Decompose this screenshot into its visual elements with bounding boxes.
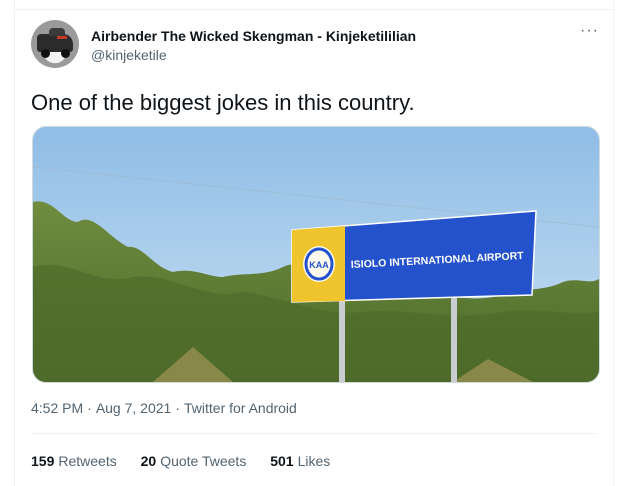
sign-post <box>339 297 345 382</box>
likes-label: Likes <box>297 453 331 469</box>
tweet-stats: 159 Retweets 20 Quote Tweets 501 Likes <box>31 453 350 469</box>
tweet-meta: 4:52 PM · Aug 7, 2021 · Twitter for Android <box>31 400 297 416</box>
sign-post <box>451 293 457 382</box>
quote-tweets-label: Quote Tweets <box>160 453 247 469</box>
likes-stat[interactable]: 501 Likes <box>270 453 330 469</box>
author-name[interactable]: Airbender The Wicked Skengman - Kinjeket… <box>91 28 416 44</box>
avatar[interactable] <box>31 20 79 68</box>
avatar-wheel <box>41 49 50 58</box>
avatar-wheel <box>61 49 70 58</box>
retweets-stat[interactable]: 159 Retweets <box>31 453 117 469</box>
more-horizontal-icon[interactable]: ··· <box>580 22 599 40</box>
meta-separator: · <box>175 400 180 416</box>
tweet-source[interactable]: Twitter for Android <box>184 400 297 416</box>
avatar-detail <box>57 36 67 39</box>
tweet-date[interactable]: Aug 7, 2021 <box>96 400 172 416</box>
kaa-logo-text: KAA <box>309 260 329 270</box>
retweets-label: Retweets <box>58 453 117 469</box>
tweet-card: Airbender The Wicked Skengman - Kinjeket… <box>14 0 614 486</box>
tweet-time[interactable]: 4:52 PM <box>31 400 83 416</box>
likes-count: 501 <box>270 453 294 469</box>
meta-separator: · <box>87 400 92 416</box>
quote-tweets-stat[interactable]: 20 Quote Tweets <box>141 453 247 469</box>
retweets-count: 159 <box>31 453 55 469</box>
top-divider <box>15 9 613 10</box>
author-handle[interactable]: @kinjeketile <box>91 47 167 63</box>
quote-tweets-count: 20 <box>140 453 157 469</box>
tweet-text: One of the biggest jokes in this country… <box>31 90 415 115</box>
divider <box>31 433 597 434</box>
tweet-photo[interactable]: KAA ISIOLO INTERNATIONAL AIRPORT <box>32 126 600 383</box>
